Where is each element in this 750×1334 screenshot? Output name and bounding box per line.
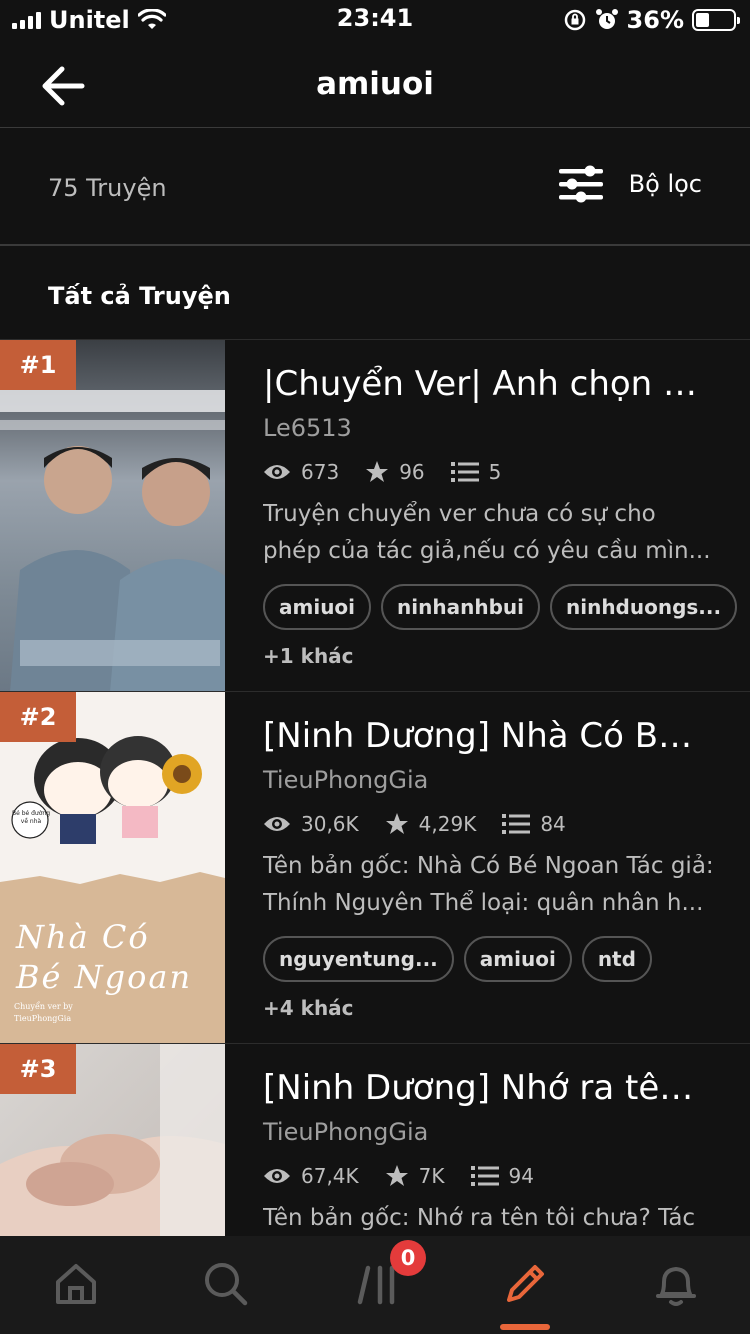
story-stats: 67,4K 7K 94: [263, 1164, 718, 1188]
tag-chip[interactable]: ninhanhbui: [381, 584, 540, 630]
list-icon: [502, 814, 531, 834]
eye-icon: [264, 1169, 290, 1183]
desc-line: Thính Nguyên Thể loại: quân nhân h...: [263, 890, 704, 916]
more-tags[interactable]: +1 khác: [263, 644, 718, 668]
story-title[interactable]: |Chuyển Ver| Anh chọn t...: [263, 364, 703, 404]
desc-line: Tên bản gốc: Nhớ ra tên tôi chưa? Tác: [263, 1205, 696, 1231]
story-author[interactable]: TieuPhongGia: [263, 1118, 718, 1146]
search-icon[interactable]: [200, 1258, 252, 1310]
views-count: 673: [301, 460, 340, 484]
story-title[interactable]: [Ninh Dương] Nhớ ra tên...: [263, 1068, 703, 1108]
parts-count: 5: [488, 460, 502, 484]
story-stats: 30,6K 4,29K 84: [263, 812, 718, 836]
story-description: Truyện chuyển ver chưa có sự cho phép củ…: [263, 496, 718, 570]
star-icon: [385, 813, 408, 834]
cover-credit-line1: Chuyển ver by: [14, 1002, 73, 1011]
story-author[interactable]: TieuPhongGia: [263, 766, 718, 794]
star-icon: [385, 1165, 408, 1186]
votes-count: 7K: [418, 1164, 445, 1188]
rank-badge: #2: [0, 692, 76, 742]
filter-button[interactable]: Bộ lọc: [558, 164, 702, 204]
filter-label: Bộ lọc: [628, 170, 702, 198]
tag-chip[interactable]: ntd: [581, 936, 652, 982]
story-card[interactable]: Bé bé đường về nhà Nhà Có Bé Ngoan Chuyể…: [0, 691, 750, 1044]
rank-badge: #3: [0, 1044, 76, 1094]
battery-percent: 36%: [626, 6, 684, 34]
cover-title-line1: Nhà Có: [16, 918, 150, 956]
cover-title-line2: Bé Ngoan: [16, 958, 193, 996]
cover-photo: [0, 390, 225, 692]
parts-count: 84: [540, 812, 566, 836]
tag-list: amiuoi ninhanhbui ninhduongs...: [263, 584, 738, 630]
alarm-icon: [595, 9, 618, 29]
story-title[interactable]: [Ninh Dương] Nhà Có Bé...: [263, 716, 703, 756]
eye-icon: [264, 817, 290, 831]
eye-icon: [264, 465, 290, 479]
votes-count: 4,29K: [418, 812, 477, 836]
page-title: amiuoi: [316, 66, 434, 102]
story-author[interactable]: Le6513: [263, 414, 718, 442]
sliders-icon: [558, 165, 603, 203]
cover-bubble-text: Bé bé đường về nhà: [12, 810, 51, 825]
list-icon: [470, 1166, 499, 1186]
rank-badge: #1: [0, 340, 76, 390]
active-tab-indicator: [500, 1324, 550, 1330]
tag-chip[interactable]: amiuoi: [263, 584, 372, 630]
battery-icon: [692, 9, 740, 31]
status-bar: Unitel 23:41 36%: [0, 0, 750, 40]
orientation-lock-icon: [564, 9, 585, 31]
home-icon[interactable]: [50, 1258, 102, 1310]
tab-bar: 0: [0, 1236, 750, 1334]
story-card[interactable]: #1 |Chuyển Ver| Anh chọn t... Le6513 673…: [0, 339, 750, 692]
navigation-bar: amiuoi: [0, 40, 750, 128]
story-cover[interactable]: Bé bé đường về nhà Nhà Có Bé Ngoan Chuyể…: [0, 692, 225, 1044]
list-icon: [450, 462, 479, 482]
views-count: 30,6K: [301, 812, 359, 836]
notification-badge: 0: [390, 1240, 426, 1276]
section-title: Tất cả Truyện: [48, 282, 231, 310]
desc-line: phép của tác giả,nếu có yêu cầu mìn...: [263, 538, 711, 564]
story-stats: 673 96 5: [263, 460, 718, 484]
cover-credit-line2: TieuPhongGia: [14, 1014, 72, 1023]
desc-line: Truyện chuyển ver chưa có sự cho: [263, 501, 656, 527]
filter-row: 75 Truyện Bộ lọc: [0, 128, 750, 246]
votes-count: 96: [399, 460, 425, 484]
write-icon[interactable]: [499, 1258, 551, 1310]
story-cover[interactable]: #1: [0, 340, 225, 692]
notifications-icon[interactable]: [650, 1258, 702, 1310]
views-count: 67,4K: [301, 1164, 359, 1188]
tag-chip[interactable]: amiuoi: [463, 936, 572, 982]
star-icon: [366, 461, 389, 482]
tag-chip[interactable]: nguyentung...: [263, 936, 454, 982]
tag-chip[interactable]: ninhduongs...: [549, 584, 738, 630]
parts-count: 94: [508, 1164, 534, 1188]
more-tags[interactable]: +4 khác: [263, 996, 718, 1020]
story-description: Tên bản gốc: Nhà Có Bé Ngoan Tác giả: Th…: [263, 848, 718, 922]
story-count: 75 Truyện: [48, 174, 167, 202]
desc-line: Tên bản gốc: Nhà Có Bé Ngoan Tác giả:: [263, 853, 714, 879]
tag-list: nguyentung... amiuoi ntd: [263, 936, 718, 982]
